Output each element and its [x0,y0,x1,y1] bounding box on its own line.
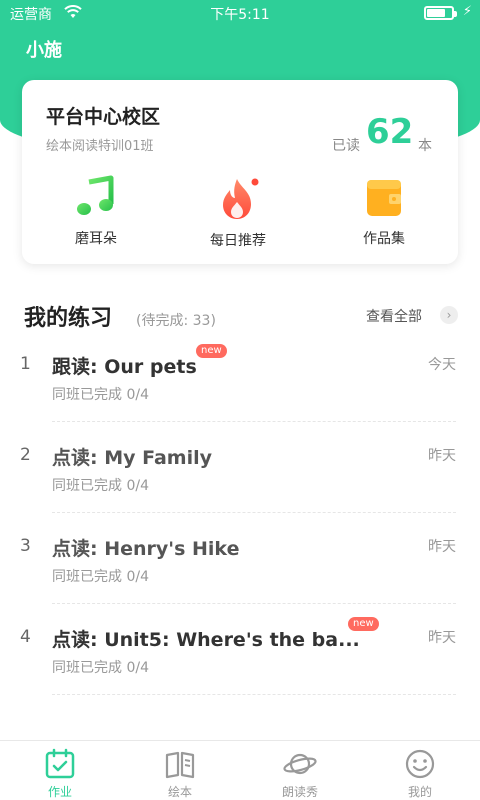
school-card: 平台中心校区 绘本阅读特训01班 已读 62 本 磨耳朵 每日推荐 作品集 [22,80,458,264]
feature-listen[interactable]: 磨耳朵 [36,174,156,248]
item-title: 点读: Unit5: Where's the ba... [52,629,360,651]
tab-mine[interactable]: 我的 [380,747,460,800]
feature-label: 每日推荐 [210,233,266,249]
flame-icon [223,178,259,219]
item-index: 2 [20,445,31,465]
tab-label: 作业 [47,785,72,799]
app-title: 小施 [26,40,62,61]
item-index: 1 [20,354,31,374]
item-date: 今天 [428,357,456,373]
feature-portfolio[interactable]: 作品集 [324,174,444,248]
tab-homework[interactable]: 作业 [20,747,100,800]
item-date: 昨天 [428,448,456,464]
row-divider [52,512,456,513]
charging-icon: ⚡ [462,4,472,19]
class-name: 绘本阅读特训01班 [46,139,154,154]
read-count: 62 [366,112,414,152]
item-title: 点读: My Family [52,447,213,469]
calendar-check-icon [45,748,75,779]
smiley-icon [405,749,435,779]
read-unit: 本 [418,138,432,154]
planet-icon [283,753,317,775]
tab-picture-books[interactable]: 绘本 [140,747,220,800]
view-all-link[interactable]: 查看全部 [366,306,422,326]
row-divider [52,421,456,422]
book-icon [165,751,195,779]
pending-count: (待完成: 33) [136,313,216,329]
practice-item[interactable]: 4 点读: Unit5: Where's the ba... new 昨天 同班… [0,617,480,714]
item-progress: 同班已完成 0/4 [52,660,149,676]
tab-reading-show[interactable]: 朗读秀 [260,747,340,800]
wallet-icon [367,180,401,216]
item-date: 昨天 [428,539,456,555]
tab-label: 朗读秀 [281,785,318,799]
battery-icon [424,6,457,20]
item-progress: 同班已完成 0/4 [52,387,149,403]
new-badge: new [196,344,227,358]
item-title: 点读: Henry's Hike [52,538,240,560]
tab-label: 我的 [407,785,432,799]
practice-item[interactable]: 1 跟读: Our pets new 今天 同班已完成 0/4 [0,344,480,441]
item-title: 跟读: Our pets [52,356,197,378]
item-progress: 同班已完成 0/4 [52,478,149,494]
music-note-icon [77,175,114,215]
status-bar: 运营商 下午5:11 ⚡ [0,0,480,26]
read-label: 已读 [332,138,360,154]
item-progress: 同班已完成 0/4 [52,569,149,585]
practice-item[interactable]: 3 点读: Henry's Hike 昨天 同班已完成 0/4 [0,532,480,623]
row-divider [52,603,456,604]
new-badge: new [348,617,379,631]
item-date: 昨天 [428,630,456,646]
feature-label: 作品集 [363,231,405,247]
feature-label: 磨耳朵 [75,231,117,247]
chevron-right-icon[interactable]: › [440,306,458,324]
practice-item[interactable]: 2 点读: My Family 昨天 同班已完成 0/4 [0,441,480,532]
school-name: 平台中心校区 [46,106,161,128]
feature-daily-recommend[interactable]: 每日推荐 [178,176,298,250]
item-index: 4 [20,627,31,647]
clock: 下午5:11 [210,7,270,23]
tab-label: 绘本 [167,785,192,799]
tab-bar: 作业 绘本 朗读秀 我的 [0,740,480,800]
row-divider [52,694,456,695]
section-title: 我的练习 [24,306,113,331]
item-index: 3 [20,536,31,556]
